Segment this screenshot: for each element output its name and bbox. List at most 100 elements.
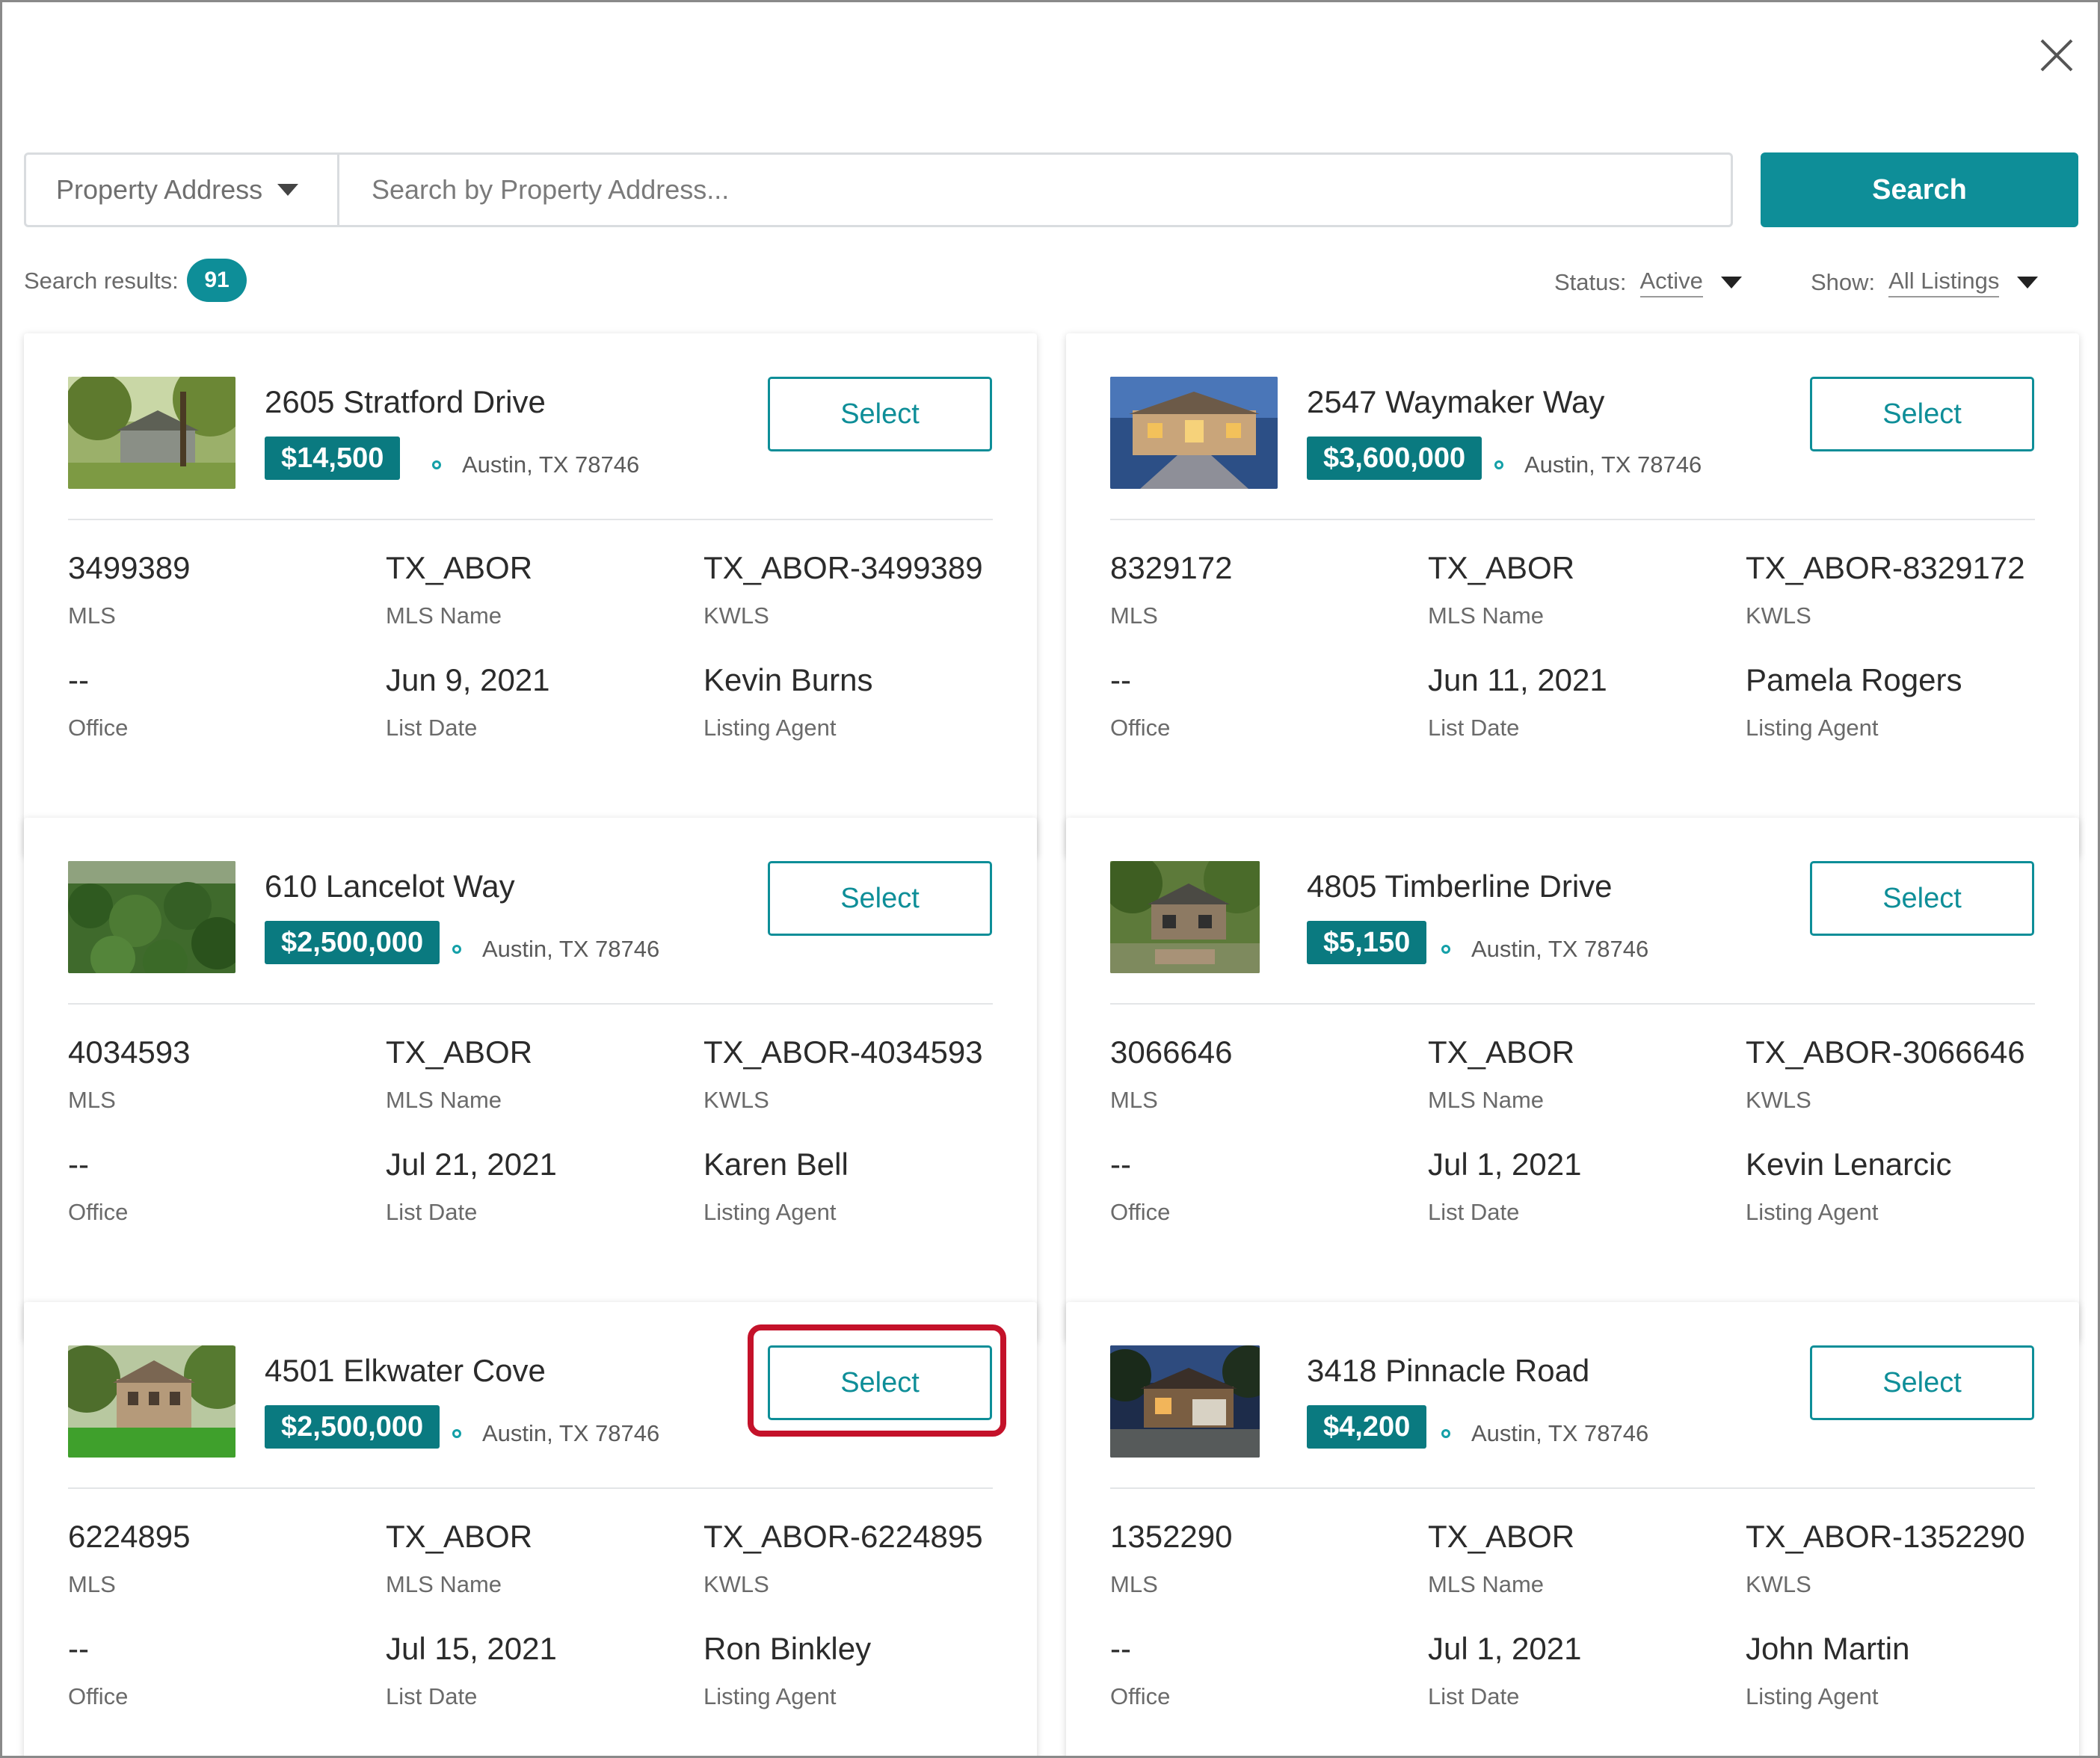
- office-value: --: [1110, 1631, 1131, 1666]
- office-field: -- Office: [1110, 1631, 1170, 1710]
- mls-value: 4034593: [68, 1034, 191, 1070]
- card-divider: [1110, 519, 2035, 520]
- status-filter[interactable]: Status: Active: [1554, 268, 1742, 297]
- mls-label: MLS: [68, 1087, 116, 1113]
- location-pin-icon: [432, 460, 441, 469]
- office-value: --: [68, 1147, 89, 1182]
- search-field-dropdown[interactable]: Property Address: [26, 155, 339, 225]
- list-date-label: List Date: [1428, 1683, 1520, 1709]
- search-input[interactable]: [342, 155, 1731, 225]
- list-date-label: List Date: [1428, 1199, 1520, 1225]
- mls-name-label: MLS Name: [386, 1571, 502, 1597]
- office-label: Office: [68, 715, 129, 741]
- search-button[interactable]: Search: [1761, 152, 2078, 227]
- office-label: Office: [68, 1199, 129, 1225]
- select-button[interactable]: Select: [768, 377, 992, 451]
- kwls-value: TX_ABOR-6224895: [703, 1519, 983, 1554]
- select-button[interactable]: Select: [768, 1345, 992, 1420]
- close-icon[interactable]: [2037, 36, 2076, 75]
- property-address: 2547 Waymaker Way: [1307, 384, 1605, 419]
- mls-name-field: TX_ABOR MLS Name: [386, 1034, 532, 1114]
- show-filter-value[interactable]: All Listings: [1888, 268, 2000, 297]
- mls-name-value: TX_ABOR: [386, 550, 533, 585]
- mls-label: MLS: [1110, 602, 1158, 629]
- office-field: -- Office: [68, 1631, 128, 1710]
- listing-agent-value: Ron Binkley: [703, 1631, 872, 1666]
- mls-field: 4034593 MLS: [68, 1034, 191, 1114]
- property-thumbnail: [1110, 861, 1260, 973]
- listing-agent-label: Listing Agent: [703, 715, 837, 741]
- results-count-badge: 91: [187, 259, 247, 302]
- card-divider: [1110, 1003, 2035, 1005]
- kwls-field: TX_ABOR-3066646 KWLS: [1746, 1034, 2025, 1114]
- mls-label: MLS: [1110, 1087, 1158, 1113]
- caret-down-icon[interactable]: [2017, 277, 2039, 289]
- mls-field: 1352290 MLS: [1110, 1519, 1233, 1598]
- status-filter-value[interactable]: Active: [1639, 268, 1703, 297]
- property-address: 4501 Elkwater Cove: [265, 1353, 546, 1388]
- mls-field: 3499389 MLS: [68, 550, 191, 629]
- listing-agent-field: John Martin Listing Agent: [1746, 1631, 1909, 1710]
- kwls-field: TX_ABOR-8329172 KWLS: [1746, 550, 2025, 629]
- mls-value: 3499389: [68, 550, 191, 585]
- kwls-field: TX_ABOR-4034593 KWLS: [703, 1034, 983, 1114]
- office-label: Office: [68, 1683, 129, 1709]
- select-button[interactable]: Select: [1810, 377, 2034, 451]
- show-filter[interactable]: Show: All Listings: [1811, 268, 2039, 297]
- mls-name-label: MLS Name: [1428, 1087, 1545, 1113]
- listing-agent-field: Ron Binkley Listing Agent: [703, 1631, 871, 1710]
- property-location: Austin, TX 78746: [1494, 451, 1702, 478]
- list-date-label: List Date: [386, 1199, 478, 1225]
- list-date-value: Jul 21, 2021: [386, 1147, 557, 1182]
- select-button[interactable]: Select: [1810, 861, 2034, 936]
- caret-down-icon[interactable]: [1720, 277, 1742, 289]
- caret-down-icon: [277, 184, 299, 196]
- status-filter-label: Status:: [1554, 269, 1627, 295]
- price-badge: $3,600,000: [1307, 437, 1482, 480]
- kwls-field: TX_ABOR-3499389 KWLS: [703, 550, 983, 629]
- office-label: Office: [1110, 1199, 1171, 1225]
- kwls-value: TX_ABOR-4034593: [703, 1034, 983, 1070]
- office-label: Office: [1110, 1683, 1171, 1709]
- listing-agent-label: Listing Agent: [703, 1199, 837, 1225]
- listing-card: 3418 Pinnacle Road $4,200 Austin, TX 787…: [1066, 1302, 2079, 1756]
- kwls-value: TX_ABOR-1352290: [1746, 1519, 2025, 1554]
- search-field-label: Property Address: [56, 174, 263, 205]
- listing-card: 2605 Stratford Drive $14,500 Austin, TX …: [24, 333, 1037, 857]
- list-date-field: Jul 1, 2021 List Date: [1428, 1631, 1582, 1710]
- mls-name-value: TX_ABOR: [1428, 1034, 1575, 1070]
- kwls-value: TX_ABOR-8329172: [1746, 550, 2025, 585]
- listing-card: 2547 Waymaker Way $3,600,000 Austin, TX …: [1066, 333, 2079, 857]
- office-value: --: [68, 1631, 89, 1666]
- listing-card: 4501 Elkwater Cove $2,500,000 Austin, TX…: [24, 1302, 1037, 1756]
- select-button[interactable]: Select: [1810, 1345, 2034, 1420]
- list-date-value: Jun 9, 2021: [386, 662, 550, 697]
- property-thumbnail: [68, 377, 235, 489]
- card-divider: [68, 1487, 993, 1489]
- list-date-value: Jun 11, 2021: [1428, 662, 1607, 697]
- listing-agent-label: Listing Agent: [1746, 1199, 1879, 1225]
- select-button[interactable]: Select: [768, 861, 992, 936]
- office-field: -- Office: [1110, 662, 1170, 741]
- property-location: Austin, TX 78746: [432, 451, 639, 478]
- mls-name-field: TX_ABOR MLS Name: [386, 550, 532, 629]
- listing-agent-field: Pamela Rogers Listing Agent: [1746, 662, 1962, 741]
- list-date-field: Jun 9, 2021 List Date: [386, 662, 550, 741]
- search-results-label: Search results:: [24, 268, 179, 294]
- listing-agent-field: Karen Bell Listing Agent: [703, 1147, 849, 1226]
- mls-name-value: TX_ABOR: [1428, 550, 1575, 585]
- kwls-field: TX_ABOR-6224895 KWLS: [703, 1519, 983, 1598]
- property-address: 4805 Timberline Drive: [1307, 869, 1613, 904]
- listing-agent-label: Listing Agent: [1746, 1683, 1879, 1709]
- office-field: -- Office: [68, 662, 128, 741]
- property-thumbnail: [1110, 377, 1278, 489]
- listing-agent-value: Karen Bell: [703, 1147, 849, 1182]
- mls-label: MLS: [68, 1571, 116, 1597]
- mls-value: 3066646: [1110, 1034, 1233, 1070]
- kwls-label: KWLS: [1746, 1087, 1811, 1113]
- mls-name-field: TX_ABOR MLS Name: [1428, 1519, 1574, 1598]
- location-pin-icon: [1494, 460, 1503, 469]
- card-divider: [68, 519, 993, 520]
- listing-agent-value: Kevin Lenarcic: [1746, 1147, 1952, 1182]
- listing-agent-value: Pamela Rogers: [1746, 662, 1962, 697]
